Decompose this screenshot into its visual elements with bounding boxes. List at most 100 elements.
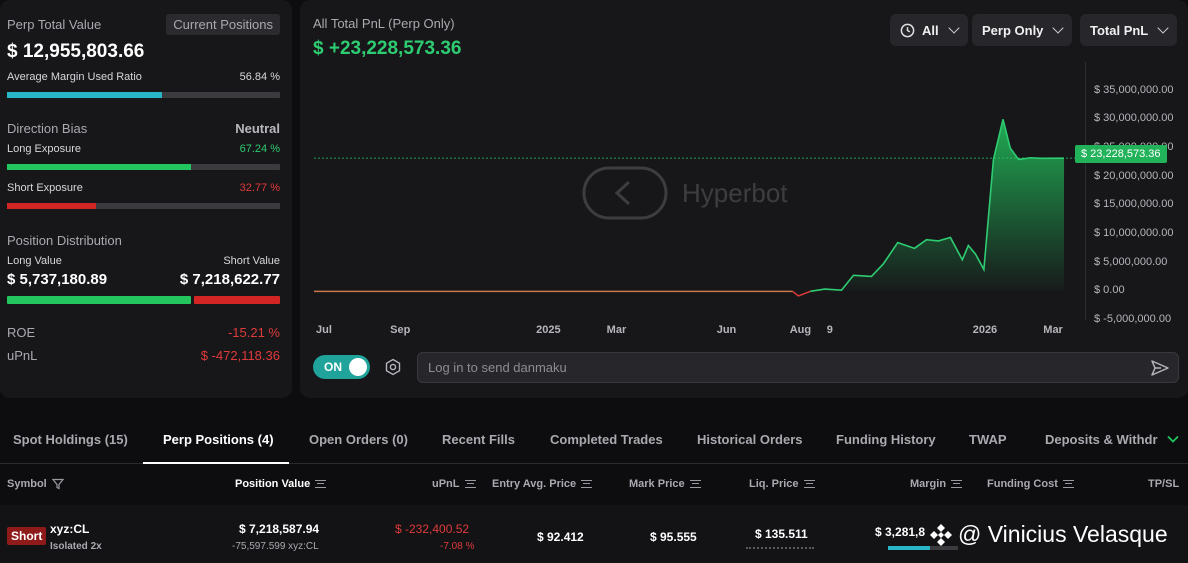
y-tick-label: $ -5,000,000.00	[1094, 313, 1172, 325]
avg-margin-value: 56.84 %	[239, 71, 280, 83]
column-header-mark-price[interactable]: Mark Price	[629, 478, 701, 490]
watermark-text: Hyperbot	[682, 178, 788, 208]
row-position-size: -75,597.599 xyz:CL	[232, 541, 319, 552]
binance-logo-icon	[930, 523, 952, 546]
sort-icon	[1062, 480, 1074, 488]
sort-icon	[464, 480, 476, 488]
row-margin: $ 3,281,8	[875, 525, 926, 539]
active-tab-indicator	[143, 462, 289, 464]
column-header-tpsl: TP/SL	[1148, 478, 1179, 490]
chart-title: All Total PnL (Perp Only)	[313, 16, 455, 31]
short-exposure-label: Short Exposure	[7, 182, 83, 194]
pnl-area-chart[interactable]: Hyperbot	[314, 62, 1076, 320]
row-upnl-percent: -7.08 %	[440, 541, 475, 552]
position-distribution-label: Position Distribution	[7, 233, 122, 248]
short-exposure-value: 32.77 %	[239, 182, 280, 194]
metric-dropdown[interactable]: Total PnL	[1080, 14, 1178, 46]
perp-total-value-label: Perp Total Value	[7, 17, 102, 32]
y-tick-label: $ 20,000,000.00	[1094, 169, 1174, 182]
long-value: $ 5,737,180.89	[7, 271, 108, 288]
column-header-entry-price[interactable]: Entry Avg. Price	[492, 478, 593, 490]
avg-margin-bar-fill	[7, 92, 163, 98]
current-pnl-tag: $ 23,228,573.36	[1075, 145, 1167, 163]
chevron-down-icon[interactable]	[1166, 432, 1180, 446]
portfolio-summary-panel: Perp Total Value Current Positions $ 12,…	[0, 0, 292, 398]
tab-open-orders[interactable]: Open Orders (0)	[309, 432, 408, 447]
column-header-position-value[interactable]: Position Value	[235, 478, 327, 490]
x-tick-label: 2025	[536, 324, 561, 336]
toggle-knob	[349, 358, 367, 376]
column-header-symbol[interactable]: Symbol	[7, 478, 64, 490]
direction-bias-value: Neutral	[235, 121, 280, 136]
row-symbol[interactable]: xyz:CL	[50, 522, 89, 536]
y-axis: $ 35,000,000.00$ 30,000,000.00$ 25,000,0…	[1085, 62, 1185, 325]
column-header-funding-cost[interactable]: Funding Cost	[987, 478, 1074, 490]
danmaku-input[interactable]: Log in to send danmaku	[417, 352, 1179, 383]
short-exposure-bar-fill	[7, 203, 97, 209]
long-exposure-bar-fill	[7, 164, 191, 170]
filter-icon[interactable]	[51, 478, 64, 490]
short-exposure-bar	[7, 203, 280, 209]
position-distribution-bar	[7, 296, 280, 304]
pnl-area-fill	[810, 119, 1065, 292]
time-range-dropdown[interactable]: All	[890, 14, 968, 46]
margin-header-label: Margin	[910, 478, 947, 490]
tab-historical-orders[interactable]: Historical Orders	[697, 432, 803, 447]
settings-icon[interactable]	[384, 358, 402, 376]
symbol-header-label: Symbol	[7, 478, 47, 490]
distribution-short-segment	[193, 296, 280, 304]
tpsl-header-label: TP/SL	[1148, 478, 1180, 490]
tab-recent-fills[interactable]: Recent Fills	[442, 432, 515, 447]
column-header-margin[interactable]: Margin	[910, 478, 963, 490]
direction-bias-label: Direction Bias	[7, 121, 88, 136]
watermark-handle: @ Vinicius Velasque	[958, 521, 1168, 547]
row-entry-price: $ 92.412	[537, 530, 584, 544]
tab-perp-positions[interactable]: Perp Positions (4)	[163, 432, 274, 447]
distribution-long-segment	[7, 296, 191, 304]
row-position-value: $ 7,218,587.94	[239, 522, 320, 536]
y-tick-label: $ 15,000,000.00	[1094, 198, 1174, 211]
scope-dropdown[interactable]: Perp Only	[972, 14, 1073, 46]
short-value-label: Short Value	[223, 255, 280, 267]
danmaku-toggle[interactable]: ON	[313, 355, 370, 379]
sort-icon	[689, 480, 701, 488]
y-tick-label: $ 5,000,000.00	[1094, 255, 1168, 268]
tab-completed-trades[interactable]: Completed Trades	[550, 432, 663, 447]
metric-label: Total PnL	[1090, 22, 1149, 38]
x-tick-label: Jul	[316, 324, 332, 336]
y-tick-label: $ 35,000,000.00	[1094, 83, 1174, 96]
row-margin-mode: Isolated 2x	[50, 541, 102, 552]
tab-twap[interactable]: TWAP	[969, 432, 1007, 447]
avg-margin-label: Average Margin Used Ratio	[7, 71, 142, 83]
side-badge: Short	[7, 527, 47, 545]
positions-tab-bar: Spot Holdings (15) Perp Positions (4) Op…	[0, 420, 1188, 464]
x-tick-label: Mar	[606, 324, 627, 336]
tab-deposits-withdrawals[interactable]: Deposits & Withdra	[1045, 432, 1158, 447]
row-liq-price: $ 135.511	[755, 527, 808, 541]
tab-funding-history[interactable]: Funding History	[836, 432, 936, 447]
chevron-down-icon	[1052, 22, 1065, 34]
column-header-liq-price[interactable]: Liq. Price	[749, 478, 815, 490]
liq-header-label: Liq. Price	[749, 478, 799, 490]
entry-header-label: Entry Avg. Price	[492, 478, 577, 490]
roe-label: ROE	[7, 325, 36, 340]
y-tick-label: $ 30,000,000.00	[1094, 112, 1174, 125]
long-value-label: Long Value	[7, 255, 62, 267]
roe-value: -15.21 %	[227, 325, 280, 340]
chevron-down-icon	[1157, 22, 1169, 34]
x-tick-label: Aug	[789, 324, 812, 336]
current-positions-button[interactable]: Current Positions	[166, 14, 280, 35]
row-upnl: $ -232,400.52	[395, 522, 470, 536]
x-tick-label: Jun	[716, 324, 737, 336]
hyperbot-watermark: Hyperbot	[582, 166, 788, 220]
pnl-chart-panel: All Total PnL (Perp Only) $ +23,228,573.…	[300, 0, 1188, 398]
send-icon[interactable]	[1150, 358, 1170, 378]
tab-spot-holdings[interactable]: Spot Holdings (15)	[13, 432, 128, 447]
upnl-header-label: uPnL	[432, 478, 460, 490]
pnl-negative-segment	[792, 290, 811, 297]
column-header-upnl[interactable]: uPnL	[432, 478, 476, 490]
sort-icon	[803, 480, 815, 488]
sort-icon	[951, 480, 963, 488]
x-tick-label: 9	[826, 324, 833, 336]
chart-total-pnl: $ +23,228,573.36	[313, 38, 462, 59]
